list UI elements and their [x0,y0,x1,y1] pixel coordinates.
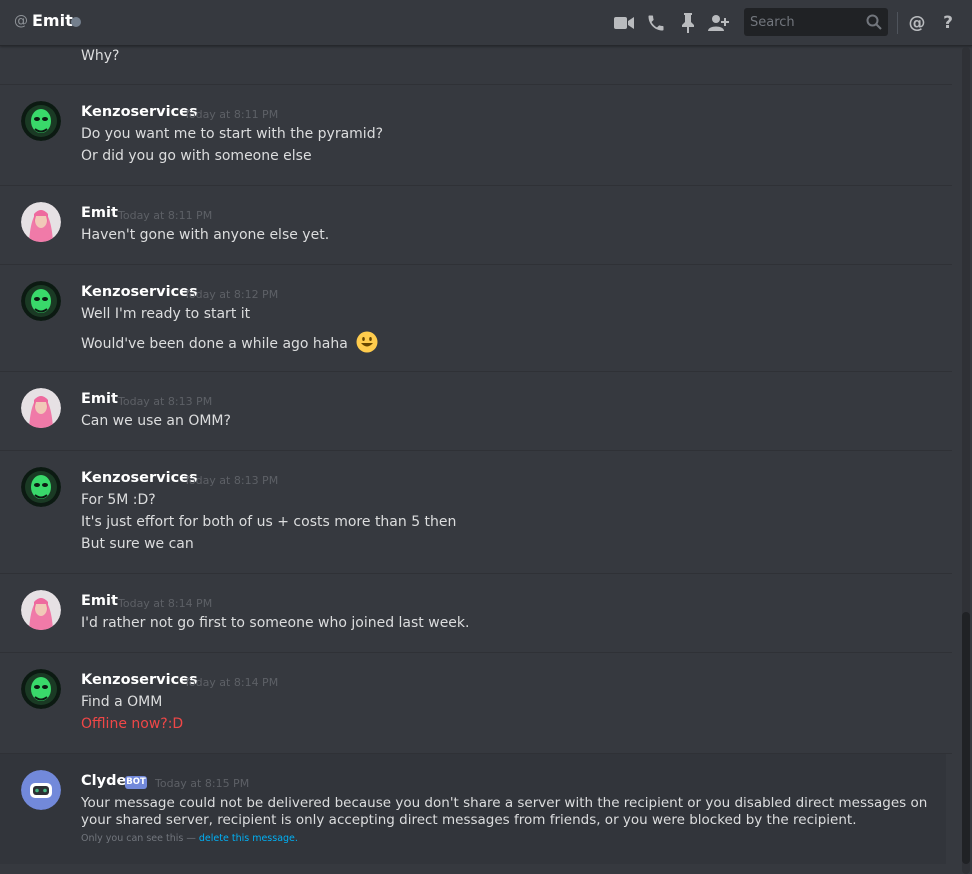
message-author[interactable]: Emit [81,391,118,407]
message-line: Do you want me to start with the pyramid… [81,126,384,142]
avatar-emit[interactable] [21,590,61,630]
avatar-kenzoservices[interactable] [21,669,61,709]
avatar-clyde-bot[interactable] [21,770,61,810]
message-author[interactable]: Kenzoservices [81,104,198,120]
scrollbar-thumb[interactable] [962,612,970,864]
avatar-emit[interactable] [21,202,61,242]
message-group: Kenzoservices Today at 8:14 PM Find a OM… [0,653,952,754]
message-timestamp: Today at 8:13 PM [118,395,213,408]
message-line: Find a OMM [81,694,163,710]
smiley-emoji-icon[interactable] [356,331,378,357]
help-icon[interactable]: ? [937,12,959,34]
message-author[interactable]: Kenzoservices [81,672,198,688]
message-line: Can we use an OMM? [81,413,231,429]
message-timestamp: Today at 8:13 PM [184,474,279,487]
message-line: For 5M :D? [81,492,156,508]
avatar-kenzoservices[interactable] [21,101,61,141]
message-author[interactable]: Emit [81,205,118,221]
toolbar-divider [897,12,898,34]
message-timestamp: Today at 8:15 PM [155,777,250,790]
message-author[interactable]: Kenzoservices [81,470,198,486]
avatar-kenzoservices[interactable] [21,467,61,507]
message-author[interactable]: Kenzoservices [81,284,198,300]
message-line: It's just effort for both of us + costs … [81,514,457,530]
message-group: Kenzoservices Today at 8:12 PM Well I'm … [0,265,952,372]
video-call-icon[interactable] [613,12,635,34]
message-line: I'd rather not go first to someone who j… [81,615,470,631]
channel-header: @ Emit @ ? [0,0,972,46]
avatar-emit[interactable] [21,388,61,428]
message-timestamp: Today at 8:12 PM [184,288,279,301]
message-line-text: Would've been done a while ago haha [81,336,348,352]
search-input[interactable] [750,13,860,31]
message-group: Emit Today at 8:13 PM Can we use an OMM? [0,372,952,451]
message-author[interactable]: Emit [81,593,118,609]
message-list[interactable]: Why? Kenzoservices Today at 8:11 PM Do y… [0,47,960,874]
message-group: Emit Today at 8:14 PM I'd rather not go … [0,574,952,653]
message-timestamp: Today at 8:14 PM [118,597,213,610]
ephemeral-note-text: Only you can see this — [81,833,196,844]
message-group: Why? [0,47,952,85]
phone-call-icon[interactable] [645,12,667,34]
dm-at-symbol: @ [14,13,28,29]
clyde-message-body: Your message could not be delivered beca… [81,795,928,828]
message-author[interactable]: Clyde [81,773,126,789]
message-timestamp: Today at 8:11 PM [184,108,279,121]
message-line: Haven't gone with anyone else yet. [81,227,330,243]
message-line-with-emoji: Would've been done a while ago haha [81,331,378,357]
pin-icon[interactable] [677,12,699,34]
message-line: But sure we can [81,536,194,552]
message-line-red: Offline now?:D [81,716,184,732]
message-line: Well I'm ready to start it [81,306,251,322]
message-group: Emit Today at 8:11 PM Haven't gone with … [0,186,952,265]
message-group: Kenzoservices Today at 8:11 PM Do you wa… [0,85,952,186]
delete-message-link[interactable]: delete this message. [199,833,298,844]
message-timestamp: Today at 8:11 PM [118,209,213,222]
ephemeral-note: Only you can see this — delete this mess… [81,833,298,844]
offline-status-dot [71,17,81,27]
search-icon[interactable] [866,14,882,34]
search-box[interactable] [744,8,888,36]
message-line: Or did you go with someone else [81,148,312,164]
dm-recipient-name[interactable]: Emit [32,11,73,30]
clyde-system-message: Clyde BOT Today at 8:15 PM Your message … [0,754,946,864]
message-timestamp: Today at 8:14 PM [184,676,279,689]
bot-badge: BOT [125,776,147,789]
message-line: Why? [81,48,120,64]
add-friend-icon[interactable] [708,12,730,34]
message-group: Kenzoservices Today at 8:13 PM For 5M :D… [0,451,952,574]
mentions-icon[interactable]: @ [906,12,928,34]
avatar-kenzoservices[interactable] [21,281,61,321]
